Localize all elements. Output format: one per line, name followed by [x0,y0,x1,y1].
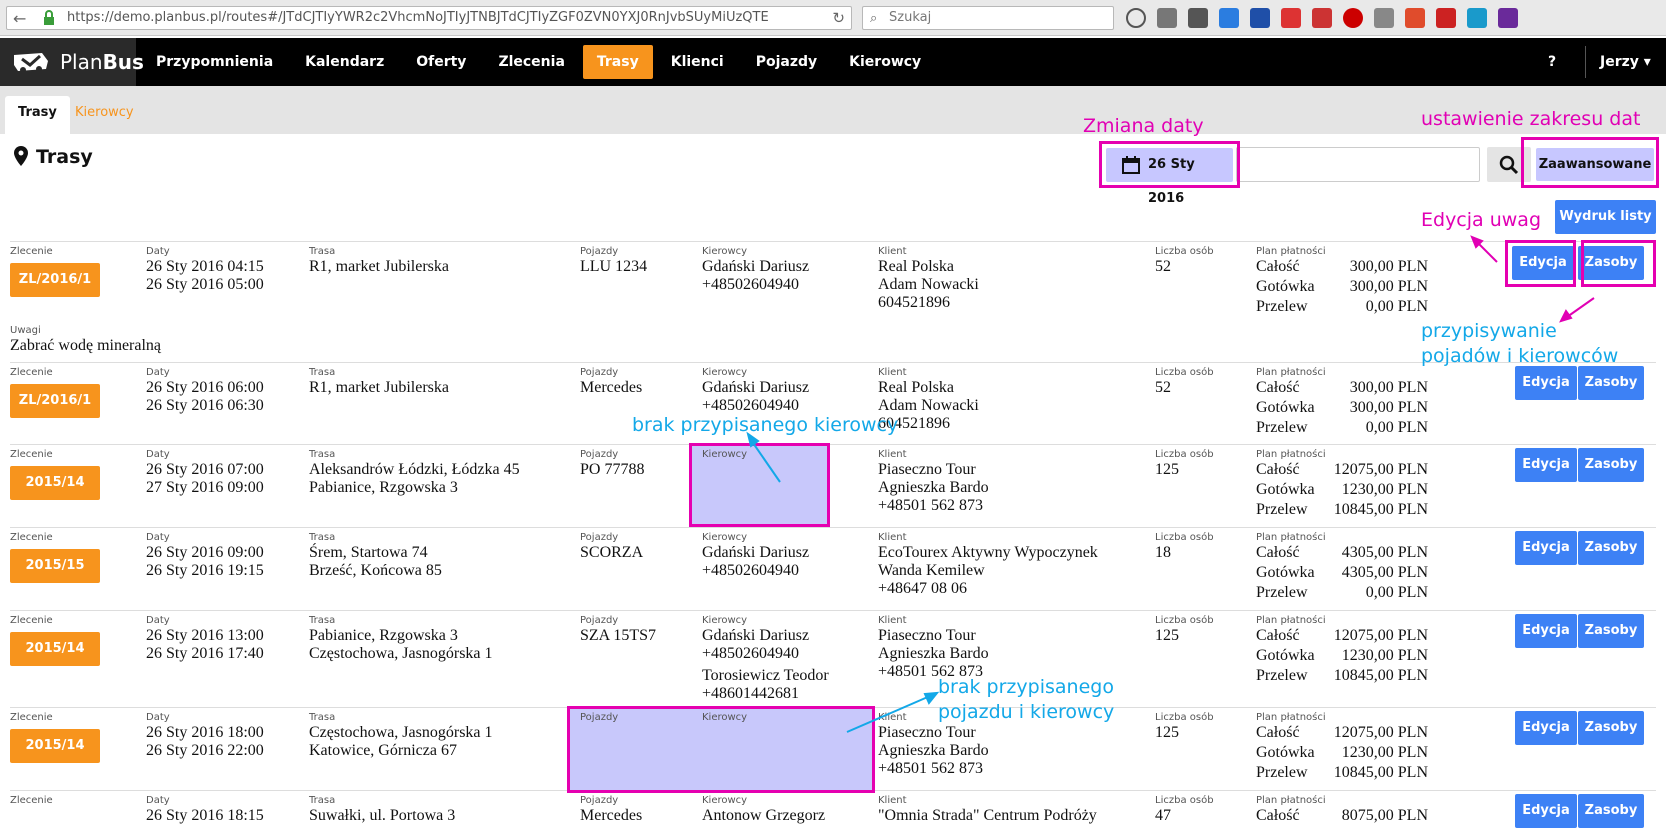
annotation-arrows [746,235,1595,733]
arrow-no-vehicle [846,691,940,733]
arrow-assign [1559,297,1595,323]
arrow-edit-notes [1470,235,1498,263]
arrow-no-driver [746,431,781,483]
